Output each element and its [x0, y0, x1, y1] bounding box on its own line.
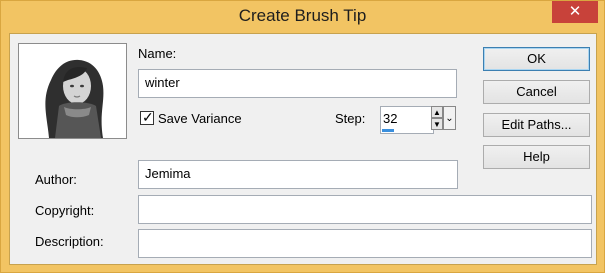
spin-up-icon[interactable]: ▲: [431, 106, 443, 118]
ok-button[interactable]: OK: [483, 47, 590, 71]
description-input[interactable]: [138, 229, 592, 258]
name-label: Name:: [138, 46, 177, 61]
dialog-title: Create Brush Tip: [238, 6, 367, 25]
step-spinner[interactable]: ▲ ▼: [431, 106, 443, 130]
step-dropdown-icon[interactable]: ⌄: [443, 106, 456, 130]
check-icon: ✓: [142, 109, 154, 125]
cancel-button[interactable]: Cancel: [483, 80, 590, 104]
edit-paths-button[interactable]: Edit Paths...: [483, 113, 590, 137]
author-input[interactable]: Jemima: [138, 160, 458, 189]
description-label: Description:: [35, 234, 104, 249]
author-label: Author:: [35, 172, 77, 187]
step-label: Step:: [335, 111, 366, 126]
create-brush-tip-dialog: Create Brush Tip ✕ Name: winter ✓ Save V…: [0, 0, 605, 273]
name-input-value: winter: [145, 75, 180, 90]
close-icon: ✕: [568, 3, 582, 20]
help-button[interactable]: Help: [483, 145, 590, 169]
copyright-label: Copyright:: [35, 203, 95, 218]
dialog-body: Name: winter ✓ Save Variance Step: 32 ▲ …: [9, 33, 597, 265]
title-bar: Create Brush Tip ✕: [1, 1, 604, 33]
brush-preview-image: [18, 43, 127, 139]
portrait-illustration-icon: [19, 44, 126, 138]
author-input-value: Jemima: [145, 166, 191, 181]
save-variance-label: Save Variance: [158, 111, 242, 126]
step-input[interactable]: 32: [380, 106, 434, 134]
name-input[interactable]: winter: [138, 69, 457, 98]
step-progress-bar: [382, 129, 394, 132]
step-value: 32: [383, 111, 398, 126]
save-variance-checkbox[interactable]: ✓: [140, 109, 154, 125]
close-button[interactable]: ✕: [552, 1, 598, 23]
spin-down-icon[interactable]: ▼: [431, 118, 443, 130]
copyright-input[interactable]: [138, 195, 592, 224]
